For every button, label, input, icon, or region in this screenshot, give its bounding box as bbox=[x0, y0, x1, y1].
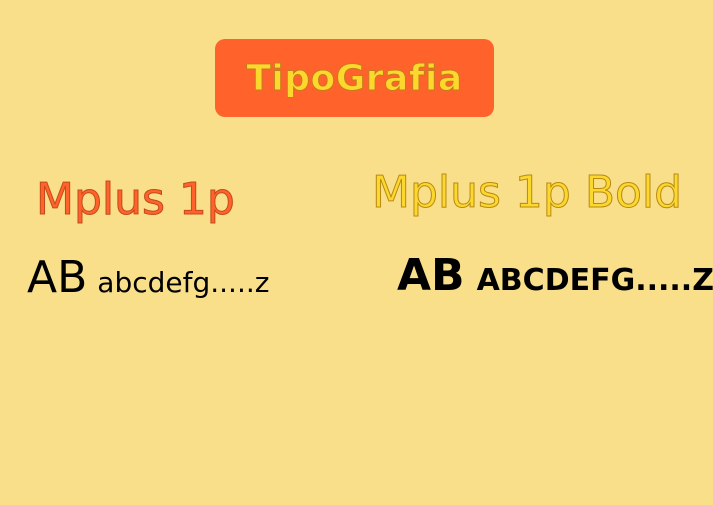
font-sample-bold: AB ABCDEFG.....Z bbox=[397, 254, 713, 298]
sample-alphabet-regular: abcdefg.....z bbox=[97, 266, 270, 299]
sample-alphabet-bold: ABCDEFG.....Z bbox=[476, 263, 713, 298]
font-sample-regular: AB abcdefg.....z bbox=[27, 256, 269, 300]
title-badge: TipoGrafia bbox=[215, 39, 494, 117]
page-title: TipoGrafia bbox=[246, 57, 463, 99]
sample-uppercase-regular: AB bbox=[27, 252, 88, 303]
sample-uppercase-bold: AB bbox=[397, 250, 465, 301]
font-heading-bold: Mplus 1p Bold bbox=[371, 167, 683, 218]
font-heading-regular: Mplus 1p bbox=[36, 174, 236, 225]
